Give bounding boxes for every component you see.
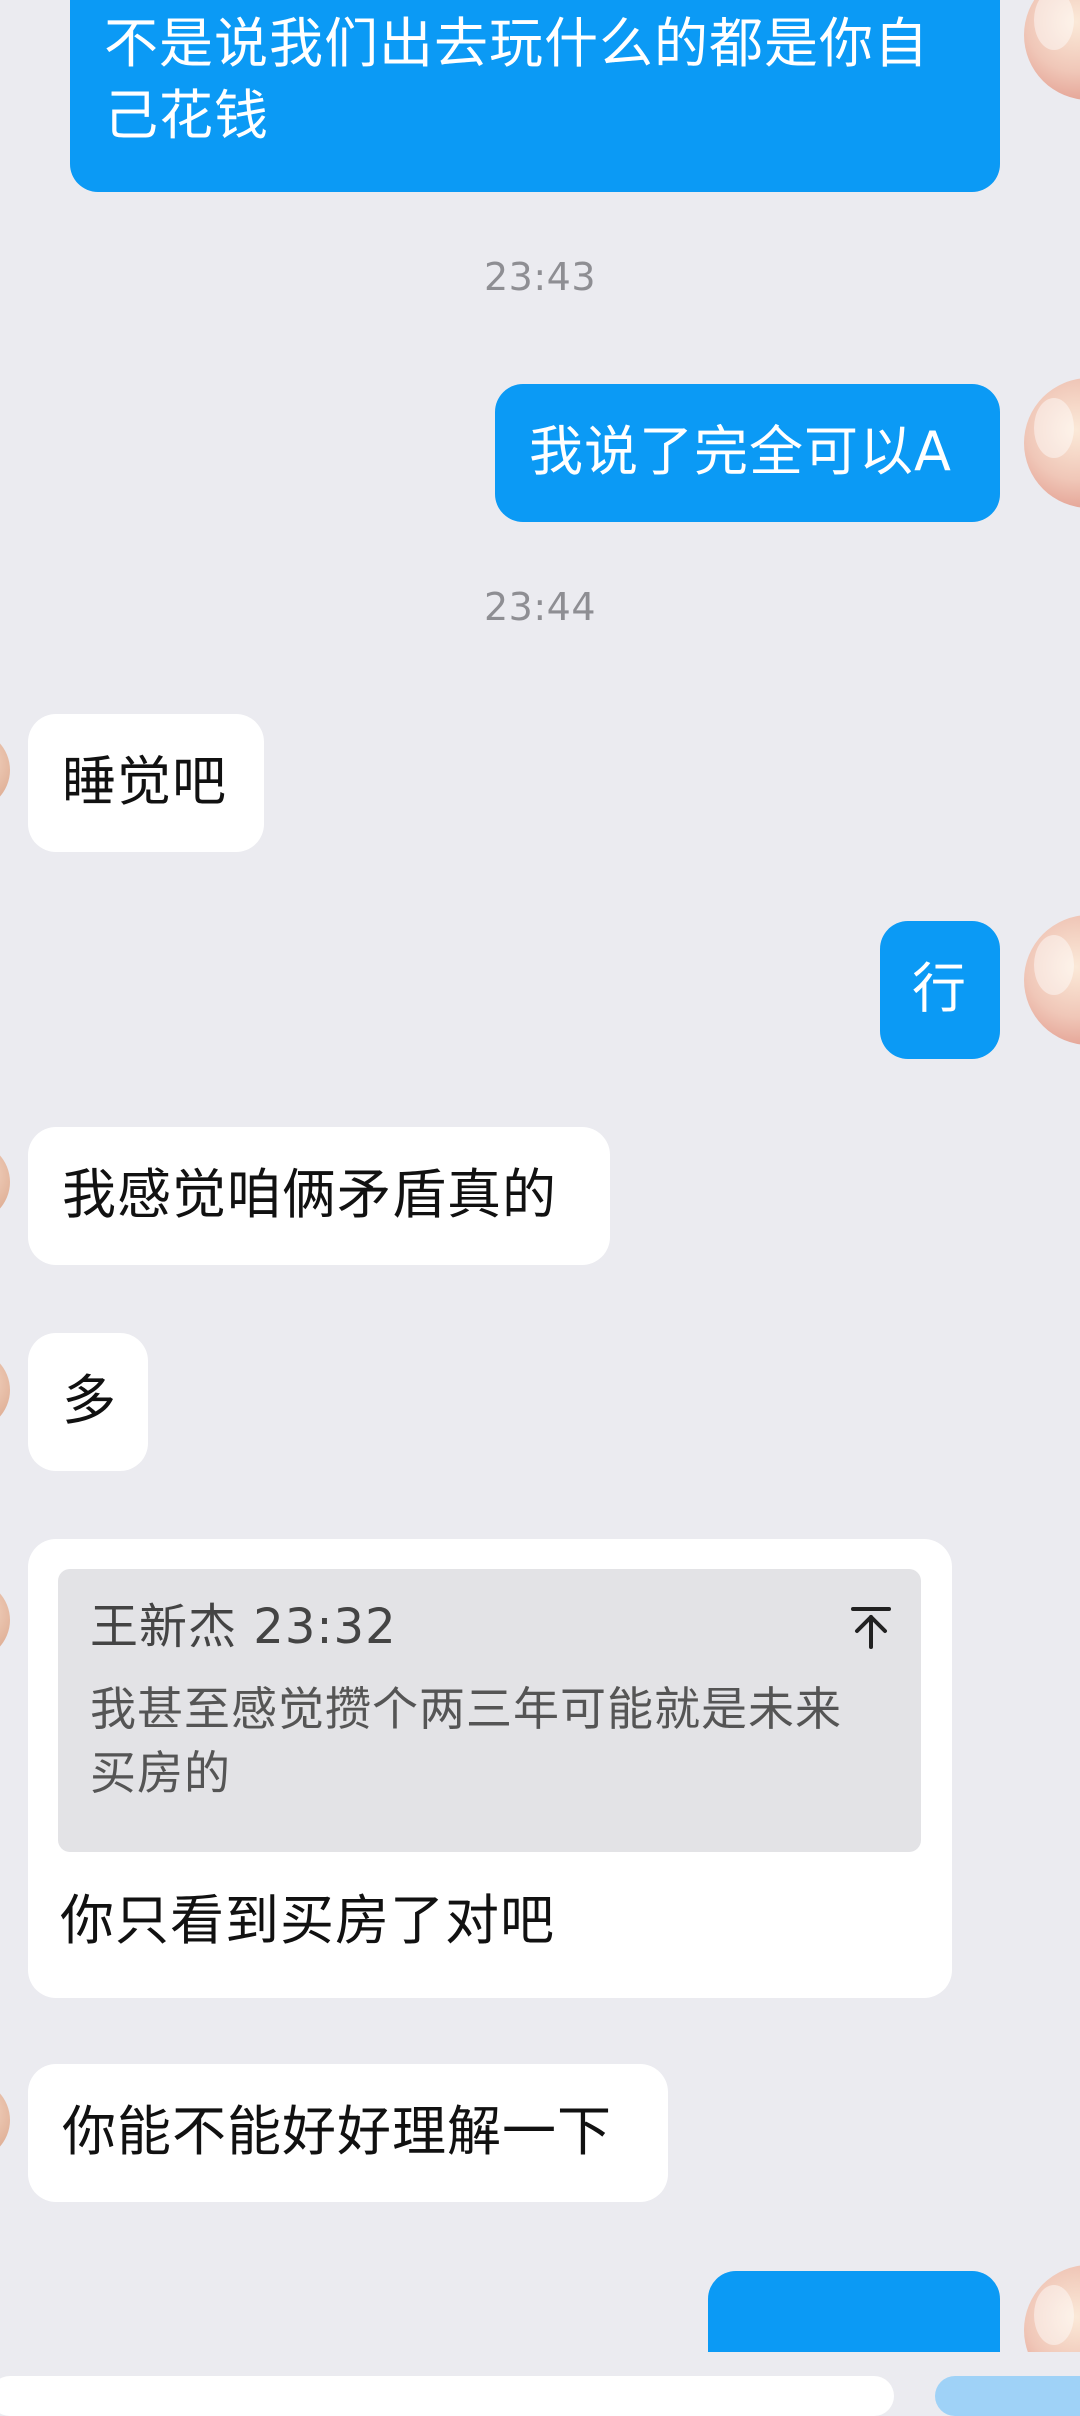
chat-area[interactable]: 不是说我们出去玩什么的都是你自己花钱 23:43 我说了完全可以A 23:44 … — [0, 0, 1080, 2352]
incoming-message[interactable]: 你能不能好好理解一下 — [28, 2064, 668, 2202]
message-text: 你能不能好好理解一下 — [62, 2100, 612, 2163]
message-text: 多 — [62, 1369, 117, 1432]
contact-avatar[interactable] — [0, 2080, 10, 2160]
contact-avatar[interactable] — [0, 1580, 10, 1660]
contact-avatar[interactable] — [0, 1350, 10, 1430]
my-avatar[interactable] — [1024, 0, 1080, 100]
message-text: 不是说我们出去玩什么的都是你自己花钱 — [104, 12, 929, 147]
send-button[interactable] — [935, 2376, 1080, 2416]
my-avatar[interactable] — [1024, 378, 1080, 508]
message-text: 我感觉咱俩矛盾真的 — [62, 1163, 557, 1226]
message-text: 你只看到买房了对吧 — [60, 1889, 555, 1952]
timestamp: 23:43 — [483, 255, 596, 299]
outgoing-message[interactable]: 我说了完全可以A — [495, 384, 1000, 522]
timestamp: 23:44 — [483, 585, 596, 629]
quote-sender: 王新杰 — [90, 1599, 238, 1655]
message-text: 我说了完全可以A — [529, 420, 952, 483]
incoming-reply-message[interactable]: 王新杰 23:32 我甚至感觉攒个两三年可能就是未来买房的 你只看到买房了对吧 — [28, 1539, 952, 1998]
arrow-up-to-top-icon[interactable] — [851, 1605, 891, 1649]
incoming-message[interactable]: 我感觉咱俩矛盾真的 — [28, 1127, 610, 1265]
contact-avatar[interactable] — [0, 1142, 10, 1222]
quote-text: 我甚至感觉攒个两三年可能就是未来买房的 — [90, 1682, 842, 1800]
message-input[interactable] — [0, 2376, 894, 2416]
quoted-message[interactable]: 王新杰 23:32 我甚至感觉攒个两三年可能就是未来买房的 — [58, 1569, 921, 1852]
outgoing-message[interactable] — [708, 2271, 1000, 2352]
outgoing-message[interactable]: 行 — [880, 921, 1000, 1059]
message-text: 睡觉吧 — [62, 750, 227, 813]
incoming-message[interactable]: 睡觉吧 — [28, 714, 264, 852]
message-text: 行 — [912, 957, 967, 1020]
my-avatar[interactable] — [1024, 915, 1080, 1045]
outgoing-message[interactable]: 不是说我们出去玩什么的都是你自己花钱 — [70, 0, 1000, 192]
quote-time: 23:32 — [253, 1599, 397, 1655]
incoming-message[interactable]: 多 — [28, 1333, 148, 1471]
quote-header: 王新杰 23:32 — [90, 1597, 397, 1657]
my-avatar[interactable] — [1024, 2265, 1080, 2352]
contact-avatar[interactable] — [0, 730, 10, 810]
